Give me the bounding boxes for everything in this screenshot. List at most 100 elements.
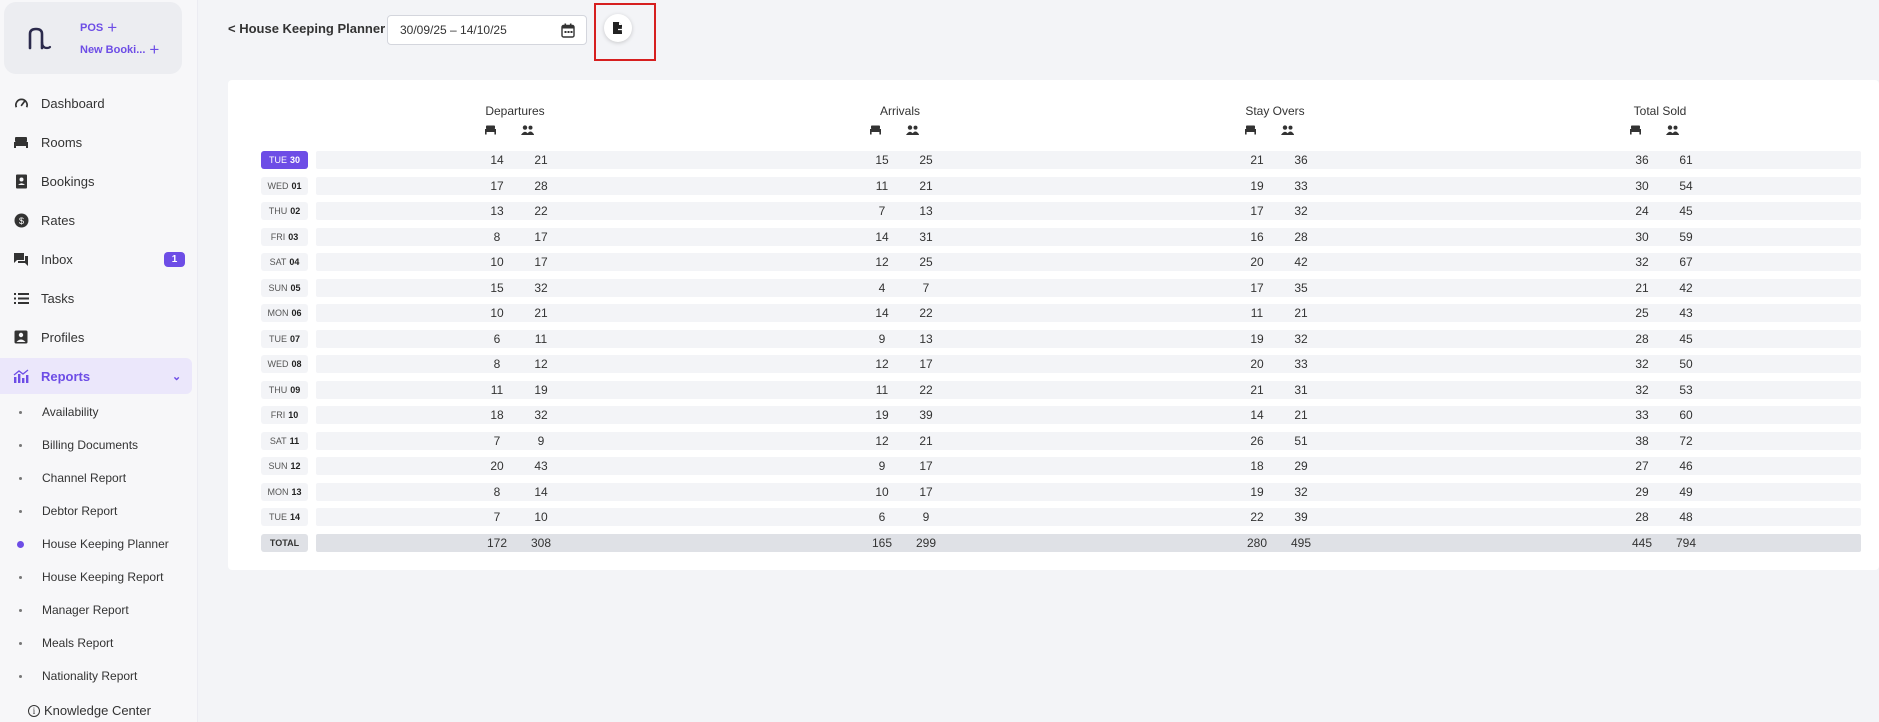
report-link-channel-report[interactable]: Channel Report — [0, 464, 192, 492]
guests-stay-value: 32 — [1294, 204, 1308, 218]
day-chip[interactable]: THU 09 — [261, 381, 308, 399]
day-chip[interactable]: THU 02 — [261, 202, 308, 220]
day-of-week: SAT — [269, 257, 287, 267]
guests-arr-value: 25 — [919, 255, 933, 269]
report-link-label: Debtor Report — [42, 504, 118, 518]
sidebar-item-dashboard[interactable]: Dashboard — [0, 85, 192, 121]
rooms-dep-value: 14 — [490, 153, 504, 167]
report-link-label: House Keeping Report — [42, 570, 164, 584]
sidebar-item-bookings[interactable]: Bookings — [0, 163, 192, 199]
day-chip[interactable]: TUE 07 — [261, 330, 308, 348]
day-chip[interactable]: TUE 30 — [261, 151, 308, 169]
report-link-meals-report[interactable]: Meals Report — [0, 629, 192, 657]
guests-arr-value: 299 — [915, 536, 937, 550]
guests-stay-value: 21 — [1294, 306, 1308, 320]
day-chip[interactable]: SUN 12 — [261, 457, 308, 475]
guests-total-value: 72 — [1679, 434, 1693, 448]
day-of-week: THU — [268, 385, 288, 395]
new-booking-quick-action[interactable]: New Booki... + — [80, 41, 159, 58]
info-icon: i — [28, 704, 40, 717]
day-of-week: SUN — [268, 283, 288, 293]
day-number: 01 — [291, 181, 302, 191]
day-number: 03 — [288, 232, 299, 242]
report-link-debtor-report[interactable]: Debtor Report — [0, 497, 192, 525]
day-chip[interactable]: WED 08 — [261, 355, 308, 373]
guests-arr-value: 31 — [919, 230, 933, 244]
rooms-total-value: 27 — [1635, 459, 1649, 473]
day-of-week: TUE — [268, 155, 287, 165]
day-of-week: TUE — [268, 512, 287, 522]
rooms-total-value: 32 — [1635, 357, 1649, 371]
guests-total-value: 48 — [1679, 510, 1693, 524]
day-number: 11 — [289, 436, 300, 446]
guests-icon — [1281, 122, 1294, 140]
rooms-total-value: 33 — [1635, 408, 1649, 422]
calendar-icon[interactable] — [561, 23, 575, 38]
rooms-stay-value: 17 — [1250, 281, 1264, 295]
sidebar-item-label: Bookings — [41, 173, 95, 189]
guests-dep-value: 22 — [534, 204, 548, 218]
chart-icon — [13, 368, 29, 384]
sidebar-item-reports[interactable]: Reports ⌄ — [0, 358, 192, 394]
date-range-value: 30/09/25 – 14/10/25 — [400, 23, 507, 37]
export-button[interactable] — [604, 14, 632, 42]
date-range-input[interactable]: 30/09/25 – 14/10/25 — [387, 15, 587, 45]
column-group-header: Stay Overs — [1245, 104, 1305, 118]
day-number: 13 — [291, 487, 302, 497]
report-link-house-keeping-planner[interactable]: House Keeping Planner — [0, 530, 192, 558]
rooms-total-value: 25 — [1635, 306, 1649, 320]
day-number: 09 — [290, 385, 301, 395]
report-link-nationality-report[interactable]: Nationality Report — [0, 662, 192, 690]
rooms-total-value: 36 — [1635, 153, 1649, 167]
bullet-dot — [17, 540, 24, 548]
sidebar-item-inbox[interactable]: Inbox 1 — [0, 241, 192, 277]
rooms-arr-value: 9 — [878, 459, 886, 473]
day-chip[interactable]: FRI 10 — [261, 406, 308, 424]
report-link-billing-documents[interactable]: Billing Documents — [0, 431, 192, 459]
day-chip[interactable]: SAT 04 — [261, 253, 308, 271]
rooms-arr-value: 4 — [878, 281, 886, 295]
day-number: 30 — [289, 155, 300, 165]
bullet-dot — [19, 641, 22, 645]
rooms-arr-value: 12 — [875, 357, 889, 371]
guests-arr-value: 21 — [919, 434, 933, 448]
guests-stay-value: 36 — [1294, 153, 1308, 167]
sidebar-item-rooms[interactable]: Rooms — [0, 124, 192, 160]
day-chip[interactable]: MON 06 — [261, 304, 308, 322]
guests-arr-value: 13 — [919, 204, 933, 218]
day-number: 14 — [289, 512, 300, 522]
day-chip[interactable]: MON 13 — [261, 483, 308, 501]
day-chip[interactable]: FRI 03 — [261, 228, 308, 246]
knowledge-center-link[interactable]: i Knowledge Center — [28, 703, 151, 718]
back-link[interactable]: < House Keeping Planner — [228, 21, 385, 36]
day-chip[interactable]: SAT 11 — [261, 432, 308, 450]
pos-quick-action[interactable]: POS + — [80, 19, 117, 36]
chevron-down-icon[interactable]: ⌄ — [172, 370, 181, 383]
day-chip[interactable]: TUE 14 — [261, 508, 308, 526]
guests-dep-value: 32 — [534, 408, 548, 422]
report-link-label: Nationality Report — [42, 669, 138, 683]
app-logo[interactable] — [26, 22, 54, 54]
day-chip[interactable]: SUN 05 — [261, 279, 308, 297]
rooms-total-value: 28 — [1635, 332, 1649, 346]
guests-dep-value: 19 — [534, 383, 548, 397]
guests-arr-value: 17 — [919, 485, 933, 499]
day-of-week: THU — [268, 206, 288, 216]
sidebar-item-rates[interactable]: $ Rates — [0, 202, 192, 238]
guests-stay-value: 28 — [1294, 230, 1308, 244]
rooms-total-value: 32 — [1635, 383, 1649, 397]
report-link-house-keeping-report[interactable]: House Keeping Report — [0, 563, 192, 591]
sidebar: POS + New Booki... + Dashboard Rooms Booki… — [0, 0, 198, 722]
report-link-availability[interactable]: Availability — [0, 398, 192, 426]
guests-arr-value: 39 — [919, 408, 933, 422]
report-link-label: House Keeping Planner — [42, 537, 169, 551]
sidebar-item-tasks[interactable]: Tasks — [0, 280, 192, 316]
report-link-manager-report[interactable]: Manager Report — [0, 596, 192, 624]
guests-stay-value: 495 — [1290, 536, 1312, 550]
day-of-week: WED — [267, 181, 289, 191]
sidebar-item-profiles[interactable]: Profiles — [0, 319, 192, 355]
pos-label: POS — [80, 21, 104, 34]
guests-stay-value: 33 — [1294, 179, 1308, 193]
day-chip[interactable]: WED 01 — [261, 177, 308, 195]
column-group-header: Arrivals — [879, 104, 920, 118]
